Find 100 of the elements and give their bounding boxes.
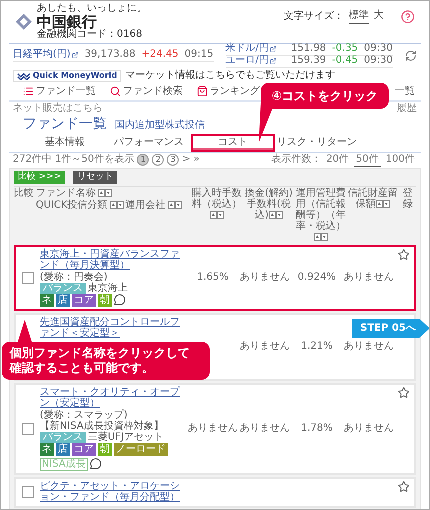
fee-value: ありません [344, 272, 394, 284]
nav-link[interactable]: ランキング [197, 86, 260, 98]
market-time: 09:30 [364, 55, 393, 68]
font-size-option[interactable]: 大 [374, 10, 384, 24]
refresh-icon[interactable] [405, 50, 417, 62]
fee-value: 1.78% [300, 423, 334, 434]
market-link[interactable]: 米ドル/円 [226, 43, 277, 56]
market-value: 159.39 [291, 55, 326, 68]
fund-name-link[interactable]: ピクテ・アセット・アロケーション・ファンド（毎月分配型） [40, 480, 186, 504]
bag-icon [197, 86, 208, 98]
sort-icon[interactable] [98, 189, 112, 198]
breadcrumb-text: ネット販売はこちら [13, 102, 103, 115]
per-page-option[interactable]: 50件 [354, 154, 381, 167]
market-change: -0.45 [332, 55, 358, 68]
fee-value: ありません [344, 341, 394, 352]
history-link[interactable]: 履歴 [397, 102, 417, 115]
star-icon[interactable] [398, 386, 410, 399]
fee-value: 1.65% [196, 272, 230, 284]
column-header: 購入時手数料（税込） [192, 188, 242, 221]
checkbox[interactable] [22, 272, 34, 284]
tab[interactable]: パフォーマンス [107, 134, 191, 152]
fund-badge: コア [72, 442, 96, 456]
fund-note: 【新NISA成長投資枠対象】 [40, 420, 165, 432]
tab[interactable]: 基本情報 [23, 134, 107, 152]
fund-badge: 朝 [98, 294, 112, 307]
checkbox[interactable] [22, 422, 34, 435]
market-link[interactable]: 日経平均(円) [13, 49, 79, 62]
fund-name-link[interactable]: 先進国資産配分コントロールファンド＜安定型＞ [40, 316, 186, 340]
column-header: 比較 [14, 188, 34, 199]
help-icon[interactable] [401, 10, 415, 24]
external-link-icon [270, 58, 277, 65]
fund-badge: 店 [56, 294, 70, 307]
per-page-option[interactable]: 20件 [324, 154, 352, 167]
fee-value: 0.924% [296, 272, 338, 284]
page-number[interactable]: 1 [137, 154, 150, 166]
fund-badge: NISA成長 [40, 458, 88, 471]
fund-nickname: (愛称：スマラップ) [40, 410, 128, 421]
tab[interactable]: リスク・リターン [275, 134, 359, 152]
fund-name-link[interactable]: スマート・クオリティ・オープン（安定型） [40, 386, 186, 410]
list-icon [23, 86, 34, 98]
tab[interactable]: コスト [191, 134, 275, 152]
fee-value: ありません [240, 272, 290, 284]
checkbox[interactable] [22, 486, 34, 498]
page-subtitle: 国内追加型株式投信 [115, 120, 205, 132]
column-header: 運用管理費用（信託報酬等）（年率・税込） [296, 188, 346, 243]
column-header: 換金(解約)手数料(税込) [244, 188, 294, 221]
market-change: +24.45 [142, 49, 179, 62]
market-change: -0.35 [332, 43, 358, 56]
star-icon[interactable] [398, 480, 410, 493]
market-time: 09:30 [364, 43, 393, 56]
sort-icon[interactable] [314, 232, 328, 241]
nav-link[interactable]: 一覧 [395, 86, 415, 98]
fund-badge: ノーロード [114, 442, 168, 456]
per-page-label: 表示件数： [271, 154, 322, 166]
company-name: 三菱UFJアセット [88, 432, 164, 443]
column-header: 登録 [402, 188, 414, 210]
column-header: 信託財産留保額 [348, 188, 398, 210]
external-link-icon [72, 52, 79, 59]
font-size-option[interactable]: 標準 [349, 10, 369, 24]
sort-icon[interactable] [268, 210, 283, 219]
nav-link[interactable]: ファンド検索 [110, 86, 183, 98]
speech-bubble-icon[interactable] [114, 294, 126, 306]
bank-name: 中国銀行 [37, 14, 98, 30]
per-page-option[interactable]: 100件 [384, 154, 417, 167]
fund-name-link[interactable]: 東京海上・円資産バランスファンド（毎月決算型） [40, 248, 186, 272]
fund-nickname: (愛称：円奏会) [40, 272, 108, 283]
reset-button[interactable]: リセット [73, 170, 118, 184]
nav-link[interactable]: ファンド一覧 [23, 86, 96, 98]
market-link[interactable]: ユーロ/円 [226, 55, 277, 68]
speech-bubble-icon[interactable] [90, 458, 102, 470]
fee-value: ありません [188, 423, 238, 434]
sort-icon[interactable] [210, 210, 224, 219]
market-value: 39,173.88 [84, 49, 136, 62]
banner-text: マーケット情報はこちらでもご覧いただけます [125, 70, 336, 82]
callout-pointer [259, 102, 275, 143]
bank-code: 金融機関コード：0168 [37, 30, 144, 41]
callout-pointer [18, 320, 32, 342]
fund-badge: コア [72, 294, 96, 307]
sort-icon[interactable] [110, 201, 124, 210]
sort-icon[interactable] [168, 201, 182, 210]
external-link-icon [270, 46, 277, 53]
quick-money-world-logo[interactable]: Quick MoneyWorld [13, 70, 122, 82]
fee-value: ありません [240, 423, 290, 434]
fund-badge: ネ [40, 442, 54, 456]
next-page-link[interactable]: > [182, 154, 191, 166]
fee-value: ありません [240, 341, 290, 352]
last-page-link[interactable]: » [194, 154, 200, 166]
font-size-label: 文字サイズ： [284, 11, 344, 23]
search-icon [110, 86, 121, 98]
fee-value: 1.21% [300, 341, 334, 352]
wave-icon [17, 72, 31, 80]
page-number[interactable]: 3 [167, 154, 180, 166]
page-number[interactable]: 2 [152, 154, 164, 166]
fund-badge: 朝 [98, 442, 112, 456]
star-icon[interactable] [398, 248, 410, 261]
market-value: 151.98 [291, 43, 326, 56]
column-header: QUICK投信分類 [36, 200, 108, 211]
fund-badge: 店 [56, 442, 70, 456]
result-count: 272件中 1件～50件を表示 [13, 154, 134, 166]
sort-icon[interactable] [376, 200, 390, 208]
